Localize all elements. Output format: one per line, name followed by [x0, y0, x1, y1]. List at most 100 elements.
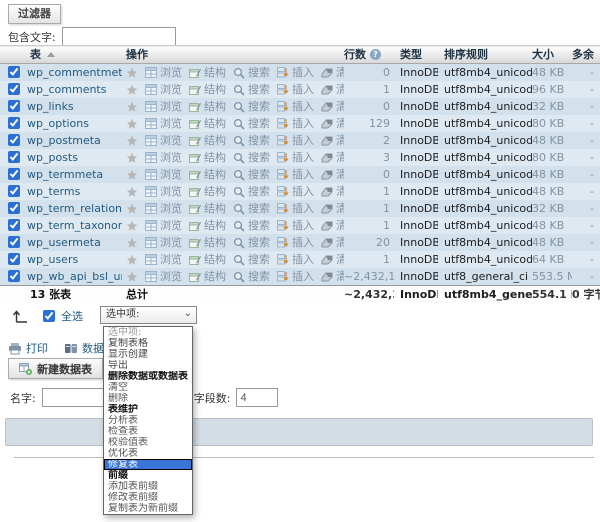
- empty-action[interactable]: 清空: [321, 251, 344, 268]
- dropdown-option[interactable]: 删除数据或数据表: [104, 371, 192, 382]
- favorite-star-icon[interactable]: [126, 152, 138, 164]
- check-all-checkbox[interactable]: [43, 310, 55, 322]
- browse-action[interactable]: 浏览: [145, 268, 182, 285]
- table-name-link[interactable]: wp_term_taxonomy: [27, 219, 122, 232]
- empty-action[interactable]: 清空: [321, 81, 344, 98]
- favorite-star-icon[interactable]: [126, 186, 138, 198]
- search-action[interactable]: 搜索: [233, 81, 270, 98]
- browse-action[interactable]: 浏览: [145, 149, 182, 166]
- column-header-table[interactable]: 表: [0, 46, 122, 64]
- browse-action[interactable]: 浏览: [145, 98, 182, 115]
- insert-action[interactable]: 插入: [277, 132, 314, 149]
- dropdown-option[interactable]: 校验值表: [104, 437, 192, 448]
- browse-action[interactable]: 浏览: [145, 217, 182, 234]
- table-name-link[interactable]: wp_term_relationships: [27, 202, 122, 215]
- column-header-type[interactable]: 类型: [394, 46, 438, 64]
- browse-action[interactable]: 浏览: [145, 251, 182, 268]
- favorite-star-icon[interactable]: [126, 203, 138, 215]
- favorite-star-icon[interactable]: [126, 271, 138, 283]
- browse-action[interactable]: 浏览: [145, 183, 182, 200]
- favorite-star-icon[interactable]: [126, 84, 138, 96]
- search-action[interactable]: 搜索: [233, 98, 270, 115]
- favorite-star-icon[interactable]: [126, 254, 138, 266]
- table-name-link[interactable]: wp_options: [27, 117, 89, 130]
- browse-action[interactable]: 浏览: [145, 81, 182, 98]
- favorite-star-icon[interactable]: [126, 169, 138, 181]
- filter-input[interactable]: [62, 27, 176, 46]
- search-action[interactable]: 搜索: [233, 234, 270, 251]
- browse-action[interactable]: 浏览: [145, 234, 182, 251]
- column-header-size[interactable]: 大小: [532, 46, 572, 64]
- dropdown-option[interactable]: 复制表为新前缀: [104, 503, 192, 514]
- favorite-star-icon[interactable]: [126, 67, 138, 79]
- table-name-link[interactable]: wp_users: [27, 253, 78, 266]
- empty-action[interactable]: 清空: [321, 200, 344, 217]
- dropdown-option[interactable]: 导出: [104, 360, 192, 371]
- browse-action[interactable]: 浏览: [145, 132, 182, 149]
- favorite-star-icon[interactable]: [126, 101, 138, 113]
- browse-action[interactable]: 浏览: [145, 200, 182, 217]
- search-action[interactable]: 搜索: [233, 166, 270, 183]
- row-checkbox[interactable]: [8, 185, 20, 197]
- row-checkbox[interactable]: [8, 134, 20, 146]
- search-action[interactable]: 搜索: [233, 64, 270, 81]
- structure-action[interactable]: 结构: [189, 234, 226, 251]
- favorite-star-icon[interactable]: [126, 220, 138, 232]
- dropdown-option[interactable]: 修改表前缀: [104, 492, 192, 503]
- structure-action[interactable]: 结构: [189, 132, 226, 149]
- structure-action[interactable]: 结构: [189, 98, 226, 115]
- dropdown-option[interactable]: 选中项:: [104, 327, 192, 338]
- dropdown-option[interactable]: 优化表: [104, 448, 192, 459]
- structure-action[interactable]: 结构: [189, 81, 226, 98]
- dropdown-option[interactable]: 表维护: [104, 404, 192, 415]
- empty-action[interactable]: 清空: [321, 166, 344, 183]
- insert-action[interactable]: 插入: [277, 200, 314, 217]
- row-checkbox[interactable]: [8, 66, 20, 78]
- search-action[interactable]: 搜索: [233, 183, 270, 200]
- browse-action[interactable]: 浏览: [145, 166, 182, 183]
- insert-action[interactable]: 插入: [277, 268, 314, 285]
- row-checkbox[interactable]: [8, 253, 20, 265]
- select-all-link[interactable]: 全选: [61, 308, 83, 324]
- insert-action[interactable]: 插入: [277, 183, 314, 200]
- favorite-star-icon[interactable]: [126, 118, 138, 130]
- structure-action[interactable]: 结构: [189, 251, 226, 268]
- table-name-link[interactable]: wp_links: [27, 100, 74, 113]
- table-name-link[interactable]: wp_postmeta: [27, 134, 101, 147]
- insert-action[interactable]: 插入: [277, 217, 314, 234]
- search-action[interactable]: 搜索: [233, 268, 270, 285]
- structure-action[interactable]: 结构: [189, 115, 226, 132]
- structure-action[interactable]: 结构: [189, 183, 226, 200]
- structure-action[interactable]: 结构: [189, 217, 226, 234]
- empty-action[interactable]: 清空: [321, 115, 344, 132]
- row-checkbox[interactable]: [8, 202, 20, 214]
- row-checkbox[interactable]: [8, 168, 20, 180]
- insert-action[interactable]: 插入: [277, 149, 314, 166]
- search-action[interactable]: 搜索: [233, 217, 270, 234]
- search-action[interactable]: 搜索: [233, 149, 270, 166]
- dropdown-option[interactable]: 删除: [104, 393, 192, 404]
- empty-action[interactable]: 清空: [321, 98, 344, 115]
- row-checkbox[interactable]: [8, 270, 20, 282]
- search-action[interactable]: 搜索: [233, 132, 270, 149]
- with-selected-select[interactable]: 选中项: ⌄: [100, 306, 197, 324]
- empty-action[interactable]: 清空: [321, 268, 344, 285]
- search-action[interactable]: 搜索: [233, 200, 270, 217]
- structure-action[interactable]: 结构: [189, 200, 226, 217]
- dropdown-option[interactable]: 添加表前缀: [104, 481, 192, 492]
- empty-action[interactable]: 清空: [321, 234, 344, 251]
- table-name-link[interactable]: wp_usermeta: [27, 236, 101, 249]
- structure-action[interactable]: 结构: [189, 64, 226, 81]
- column-header-overhead[interactable]: 多余: [572, 46, 600, 64]
- dropdown-option[interactable]: 修复表: [104, 459, 192, 470]
- table-name-link[interactable]: wp_wb_api_bsl_url: [27, 270, 122, 283]
- empty-action[interactable]: 清空: [321, 64, 344, 81]
- dropdown-option[interactable]: 分析表: [104, 415, 192, 426]
- insert-action[interactable]: 插入: [277, 166, 314, 183]
- structure-action[interactable]: 结构: [189, 149, 226, 166]
- help-icon[interactable]: ?: [370, 49, 381, 60]
- browse-action[interactable]: 浏览: [145, 115, 182, 132]
- structure-action[interactable]: 结构: [189, 166, 226, 183]
- table-name-link[interactable]: wp_commentmeta: [27, 66, 122, 79]
- insert-action[interactable]: 插入: [277, 251, 314, 268]
